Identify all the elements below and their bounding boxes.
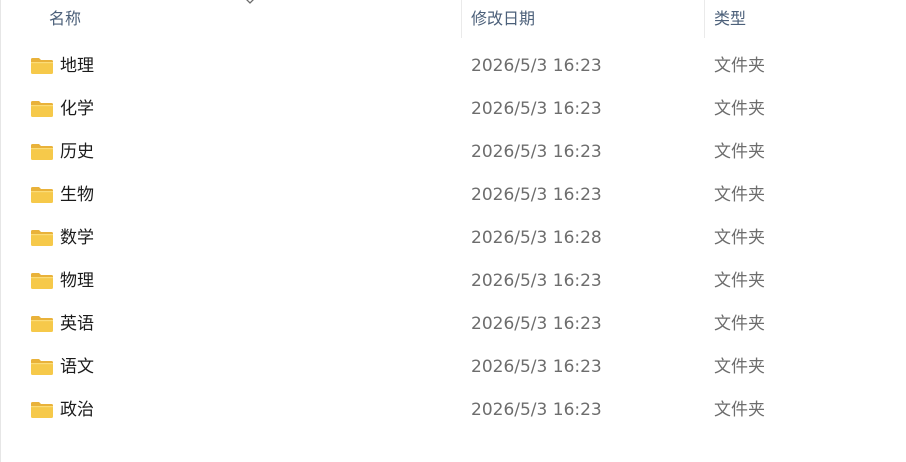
file-date-modified: 2026/5/3 16:23 xyxy=(471,56,602,76)
folder-icon xyxy=(31,230,53,246)
file-name: 语文 xyxy=(60,357,94,377)
file-date-modified: 2026/5/3 16:23 xyxy=(471,400,602,420)
folder-icon xyxy=(31,402,53,418)
file-type: 文件夹 xyxy=(714,400,765,420)
folder-icon xyxy=(31,101,53,117)
folder-icon xyxy=(31,144,53,160)
file-name: 英语 xyxy=(60,314,94,334)
file-date-modified: 2026/5/3 16:23 xyxy=(471,99,602,119)
file-type: 文件夹 xyxy=(714,142,765,162)
file-name: 生物 xyxy=(60,185,94,205)
file-type: 文件夹 xyxy=(714,314,765,334)
column-header-name[interactable]: 名称 xyxy=(49,0,81,38)
folder-icon xyxy=(31,58,53,74)
file-type: 文件夹 xyxy=(714,99,765,119)
column-header-type[interactable]: 类型 xyxy=(714,0,746,38)
file-date-modified: 2026/5/3 16:28 xyxy=(471,228,602,248)
column-header: 名称 修改日期 类型 xyxy=(0,0,906,38)
file-name: 化学 xyxy=(60,99,94,119)
file-type: 文件夹 xyxy=(714,185,765,205)
column-separator[interactable] xyxy=(461,0,462,38)
file-type: 文件夹 xyxy=(714,56,765,76)
folder-icon xyxy=(31,359,53,375)
folder-icon xyxy=(31,273,53,289)
file-type: 文件夹 xyxy=(714,357,765,377)
file-type: 文件夹 xyxy=(714,271,765,291)
file-name: 数学 xyxy=(60,228,94,248)
file-row[interactable]: 政治 2026/5/3 16:23 文件夹 xyxy=(0,389,906,432)
file-row[interactable]: 物理 2026/5/3 16:23 文件夹 xyxy=(0,260,906,303)
file-row[interactable]: 生物 2026/5/3 16:23 文件夹 xyxy=(0,174,906,217)
file-row[interactable]: 地理 2026/5/3 16:23 文件夹 xyxy=(0,45,906,88)
file-date-modified: 2026/5/3 16:23 xyxy=(471,357,602,377)
file-row[interactable]: 历史 2026/5/3 16:23 文件夹 xyxy=(0,131,906,174)
sort-caret-icon xyxy=(246,0,254,4)
folder-icon xyxy=(31,187,53,203)
file-row[interactable]: 英语 2026/5/3 16:23 文件夹 xyxy=(0,303,906,346)
file-name: 地理 xyxy=(60,56,94,76)
file-row[interactable]: 语文 2026/5/3 16:23 文件夹 xyxy=(0,346,906,389)
file-row[interactable]: 化学 2026/5/3 16:23 文件夹 xyxy=(0,88,906,131)
file-date-modified: 2026/5/3 16:23 xyxy=(471,314,602,334)
file-date-modified: 2026/5/3 16:23 xyxy=(471,185,602,205)
column-separator[interactable] xyxy=(704,0,705,38)
file-date-modified: 2026/5/3 16:23 xyxy=(471,142,602,162)
file-date-modified: 2026/5/3 16:23 xyxy=(471,271,602,291)
file-row[interactable]: 数学 2026/5/3 16:28 文件夹 xyxy=(0,217,906,260)
file-name: 物理 xyxy=(60,271,94,291)
folder-icon xyxy=(31,316,53,332)
file-type: 文件夹 xyxy=(714,228,765,248)
file-name: 政治 xyxy=(60,400,94,420)
column-header-date-modified[interactable]: 修改日期 xyxy=(471,0,535,38)
file-name: 历史 xyxy=(60,142,94,162)
